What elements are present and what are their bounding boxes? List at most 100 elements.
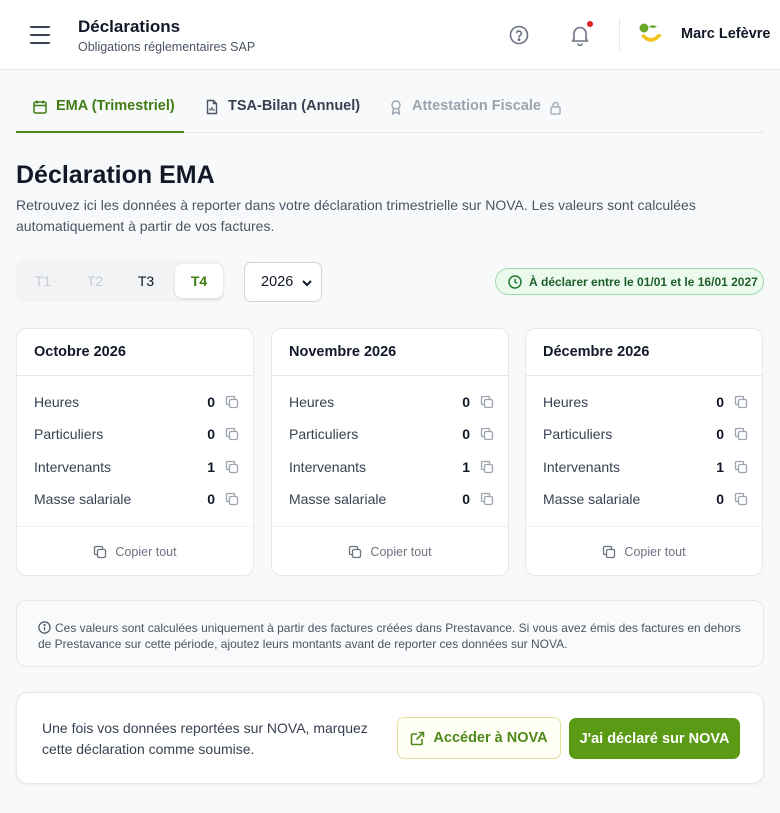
external-link-icon: [411, 731, 425, 745]
page-header-title: Déclarations: [78, 17, 181, 36]
card-row-intervenants: Intervenants 1: [289, 459, 494, 479]
card-row-intervenants: Intervenants 1: [543, 459, 748, 479]
card-row-particuliers: Particuliers 0: [34, 426, 239, 446]
card-row-intervenants: Intervenants 1: [34, 459, 239, 479]
row-label: Masse salariale: [34, 491, 132, 507]
copy-icon[interactable]: [480, 460, 494, 474]
notification-dot: [587, 21, 593, 27]
submit-instructions: Une fois vos données reportées sur NOVA,…: [42, 720, 368, 757]
user-name[interactable]: Marc Lefèvre: [681, 26, 770, 42]
quarter-t1[interactable]: T1: [20, 264, 66, 298]
year-select-value: 2026: [261, 274, 294, 290]
copy-icon: [349, 545, 362, 558]
row-label: Particuliers: [34, 426, 104, 442]
quarter-selector: T1 T2 T3 T4: [16, 260, 224, 302]
month-card-november: Novembre 2026 Heures 0 Particuliers 0 In…: [271, 328, 509, 576]
tab-tsa-bilan[interactable]: TSA-Bilan (Annuel): [204, 98, 360, 132]
copy-all-label: Copier tout: [115, 544, 177, 559]
avatar[interactable]: [638, 22, 664, 48]
card-row-masse-salariale: Masse salariale 0: [34, 491, 239, 511]
lock-icon: [550, 101, 561, 115]
copy-icon[interactable]: [480, 492, 494, 506]
active-tab-indicator: [16, 131, 184, 133]
month-card-title: Décembre 2026: [526, 329, 762, 376]
card-row-particuliers: Particuliers 0: [289, 426, 494, 446]
row-label: Intervenants: [34, 459, 112, 475]
tab-attestation-fiscale[interactable]: Attestation Fiscale: [388, 98, 562, 132]
copy-icon[interactable]: [225, 460, 239, 474]
row-label: Masse salariale: [289, 491, 387, 507]
quarter-t3[interactable]: T3: [123, 264, 169, 298]
copy-icon: [94, 545, 107, 558]
month-card-october: Octobre 2026 Heures 0 Particuliers 0 Int…: [16, 328, 254, 576]
info-icon: [38, 621, 51, 634]
copy-all-button[interactable]: Copier tout: [526, 526, 762, 576]
copy-icon[interactable]: [734, 395, 748, 409]
row-value: 0: [207, 394, 215, 410]
copy-icon: [603, 545, 616, 558]
card-row-heures: Heures 0: [543, 394, 748, 414]
year-select[interactable]: 2026: [244, 262, 322, 302]
clock-icon: [508, 274, 522, 289]
quarter-t4[interactable]: T4: [175, 264, 223, 298]
info-notice: Ces valeurs sont calculées uniquement à …: [16, 600, 764, 667]
chevron-down-icon: [302, 280, 312, 287]
copy-icon[interactable]: [480, 427, 494, 441]
tab-ema[interactable]: EMA (Trimestriel): [32, 98, 175, 132]
month-card-december: Décembre 2026 Heures 0 Particuliers 0 In…: [525, 328, 763, 576]
due-date-badge: À déclarer entre le 01/01 et le 16/01 20…: [495, 268, 764, 295]
row-value: 0: [207, 491, 215, 507]
quarter-t2[interactable]: T2: [72, 264, 118, 298]
copy-icon[interactable]: [225, 395, 239, 409]
copy-icon[interactable]: [225, 427, 239, 441]
due-date-text: À déclarer entre le 01/01 et le 16/01 20…: [529, 274, 758, 289]
row-value: 0: [462, 426, 470, 442]
row-value: 0: [716, 491, 724, 507]
month-card-title: Octobre 2026: [17, 329, 253, 376]
submit-declaration-card: Une fois vos données reportées sur NOVA,…: [16, 692, 764, 784]
row-label: Particuliers: [289, 426, 359, 442]
page-header-subtitle: Obligations réglementaires SAP: [78, 40, 256, 54]
copy-all-button[interactable]: Copier tout: [272, 526, 508, 576]
bell-icon[interactable]: [570, 24, 590, 46]
month-card-title: Novembre 2026: [272, 329, 508, 376]
row-label: Heures: [289, 394, 335, 410]
copy-all-button[interactable]: Copier tout: [17, 526, 253, 576]
calendar-icon: [33, 100, 47, 114]
row-label: Particuliers: [543, 426, 613, 442]
declared-on-nova-button[interactable]: J'ai déclaré sur NOVA: [569, 718, 740, 759]
info-text: Ces valeurs sont calculées uniquement à …: [38, 621, 741, 651]
card-row-particuliers: Particuliers 0: [543, 426, 748, 446]
help-icon[interactable]: [509, 25, 529, 45]
copy-icon[interactable]: [480, 395, 494, 409]
card-row-masse-salariale: Masse salariale 0: [543, 491, 748, 511]
access-nova-button[interactable]: Accéder à NOVA: [397, 717, 561, 759]
row-value: 0: [716, 426, 724, 442]
copy-icon[interactable]: [734, 460, 748, 474]
row-label: Masse salariale: [543, 491, 641, 507]
card-row-masse-salariale: Masse salariale 0: [289, 491, 494, 511]
copy-icon[interactable]: [734, 492, 748, 506]
app-header: Déclarations Obligations réglementaires …: [0, 0, 780, 70]
row-value: 1: [462, 459, 470, 475]
copy-all-label: Copier tout: [624, 544, 686, 559]
copy-icon[interactable]: [734, 427, 748, 441]
row-label: Heures: [543, 394, 589, 410]
menu-icon[interactable]: [30, 26, 50, 44]
row-label: Intervenants: [289, 459, 367, 475]
row-value: 0: [716, 394, 724, 410]
document-icon: [206, 99, 218, 115]
access-nova-label: Accéder à NOVA: [433, 730, 548, 746]
card-row-heures: Heures 0: [34, 394, 239, 414]
row-value: 0: [462, 394, 470, 410]
card-row-heures: Heures 0: [289, 394, 494, 414]
copy-all-label: Copier tout: [370, 544, 432, 559]
page-description: Retrouvez ici les données à reporter dan…: [16, 197, 696, 234]
page-title: Déclaration EMA: [16, 161, 215, 189]
copy-icon[interactable]: [225, 492, 239, 506]
tab-attestation-label: Attestation Fiscale: [412, 98, 541, 114]
row-label: Intervenants: [543, 459, 621, 475]
row-value: 1: [207, 459, 215, 475]
tab-tsa-label: TSA-Bilan (Annuel): [228, 98, 361, 114]
row-label: Heures: [34, 394, 80, 410]
